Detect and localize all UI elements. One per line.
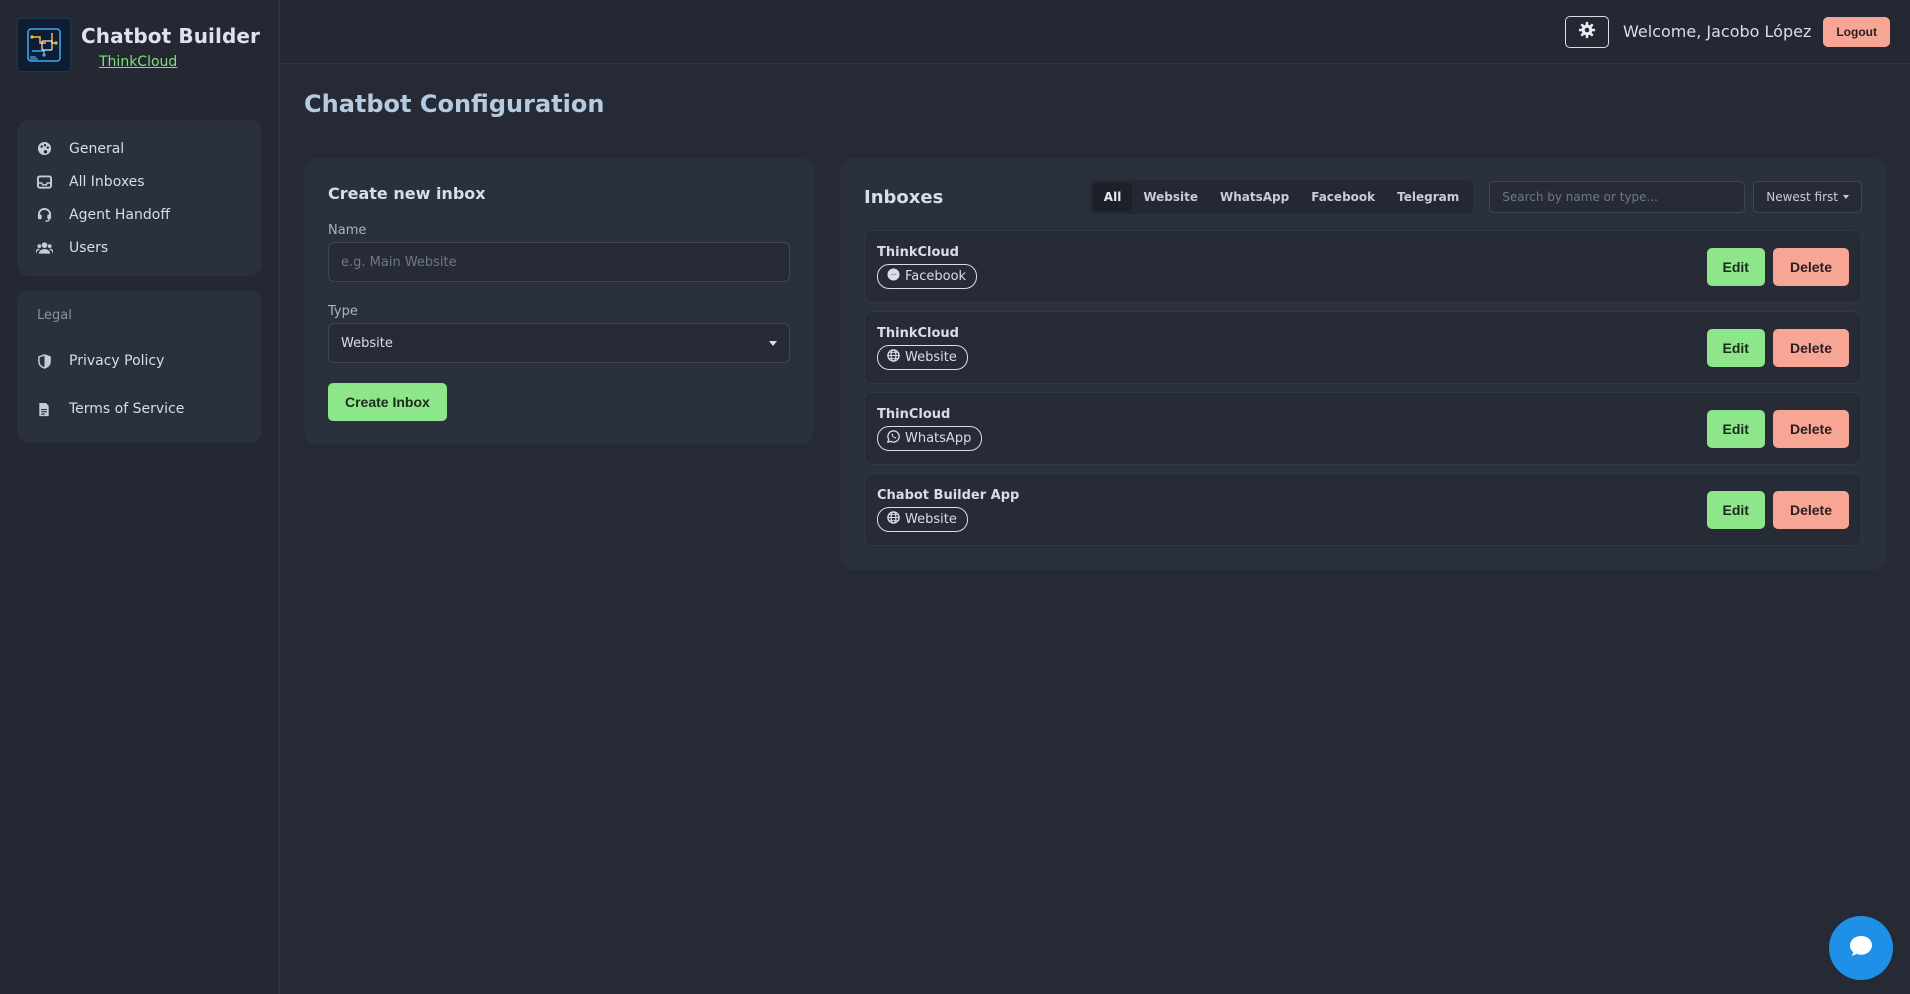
- filter-tab-all[interactable]: All: [1092, 183, 1133, 211]
- content-row: Create new inbox Name Type Website Creat…: [304, 158, 1886, 570]
- globe-icon: [887, 348, 900, 366]
- inbox-list-item: ThinkCloud Facebook Edit Delete: [864, 230, 1862, 303]
- sidebar-item-all-inboxes[interactable]: All Inboxes: [17, 165, 262, 198]
- legal-nav: Legal Privacy Policy Terms of Service: [17, 290, 262, 443]
- whatsapp-icon: [887, 429, 900, 447]
- top-bar: Welcome, Jacobo López Logout: [280, 0, 1910, 64]
- sidebar-item-label: Privacy Policy: [69, 353, 165, 369]
- chat-widget-button[interactable]: [1829, 916, 1893, 980]
- name-label: Name: [328, 223, 367, 238]
- page-content: Chatbot Configuration Create new inbox N…: [280, 64, 1910, 596]
- inbox-type-label: Website: [905, 511, 957, 527]
- page-title: Chatbot Configuration: [304, 90, 605, 118]
- caret-down-icon: [1843, 195, 1849, 199]
- shield-icon: [35, 352, 53, 370]
- edit-inbox-button[interactable]: Edit: [1706, 328, 1765, 367]
- document-icon: [35, 400, 53, 418]
- inbox-type-label: WhatsApp: [905, 430, 972, 446]
- app-title: Chatbot Builder: [81, 24, 260, 48]
- create-inbox-card: Create new inbox Name Type Website Creat…: [304, 158, 814, 445]
- chat-bubble-icon: [1848, 934, 1874, 962]
- filter-tab-whatsapp[interactable]: WhatsApp: [1209, 183, 1300, 211]
- circuit-logo-icon: [17, 18, 71, 72]
- inbox-name: ThinCloud: [877, 406, 951, 422]
- inbox-list-item: ThinCloud WhatsApp Edit Delete: [864, 392, 1862, 465]
- sort-dropdown[interactable]: Newest first: [1753, 181, 1862, 213]
- inbox-type-badge: WhatsApp: [877, 425, 983, 451]
- inbox-type-value: Website: [341, 335, 393, 351]
- users-icon: [35, 239, 53, 257]
- inbox-name: ThinkCloud: [877, 325, 959, 341]
- caret-down-icon: [769, 340, 777, 346]
- inbox-search-input[interactable]: [1489, 181, 1746, 213]
- theme-toggle-button[interactable]: [1565, 15, 1610, 48]
- sidebar-item-label: All Inboxes: [69, 173, 145, 190]
- sidebar-item-general[interactable]: General: [17, 132, 262, 165]
- edit-inbox-button[interactable]: Edit: [1706, 409, 1765, 448]
- globe-icon: [887, 510, 900, 528]
- inbox-name: Chabot Builder App: [877, 487, 1020, 503]
- inbox-type-select[interactable]: Website: [328, 323, 790, 363]
- delete-inbox-button[interactable]: Delete: [1772, 409, 1849, 448]
- type-label: Type: [328, 304, 358, 319]
- filter-tab-telegram[interactable]: Telegram: [1386, 183, 1470, 211]
- messenger-icon: [887, 267, 900, 285]
- welcome-text: Welcome, Jacobo López: [1623, 22, 1812, 41]
- inbox-type-label: Facebook: [905, 268, 967, 284]
- inboxes-title: Inboxes: [864, 186, 944, 208]
- edit-inbox-button[interactable]: Edit: [1706, 247, 1765, 286]
- delete-inbox-button[interactable]: Delete: [1772, 490, 1849, 529]
- inboxes-card: Inboxes All Website WhatsApp Facebook Te…: [840, 158, 1886, 570]
- sidebar-item-label: Agent Handoff: [69, 206, 170, 223]
- legal-section-title: Legal: [37, 308, 72, 323]
- inbox-list-item: Chabot Builder App Website Edit Delete: [864, 473, 1862, 546]
- filter-tab-facebook[interactable]: Facebook: [1300, 183, 1386, 211]
- main-area: Welcome, Jacobo López Logout Chatbot Con…: [280, 0, 1910, 994]
- main-nav: General All Inboxes Agent Handoff Users: [17, 120, 262, 276]
- sidebar-item-label: Users: [69, 239, 109, 256]
- inbox-name: ThinkCloud: [877, 244, 959, 260]
- sidebar-item-terms-of-service[interactable]: Terms of Service: [17, 385, 262, 433]
- filter-tab-website[interactable]: Website: [1132, 183, 1209, 211]
- inboxes-header: Inboxes All Website WhatsApp Facebook Te…: [864, 180, 1862, 214]
- delete-inbox-button[interactable]: Delete: [1772, 328, 1849, 367]
- sidebar-item-users[interactable]: Users: [17, 231, 262, 264]
- create-inbox-button[interactable]: Create Inbox: [328, 383, 447, 421]
- app-root: Chatbot Builder ThinkCloud General All I…: [0, 0, 1910, 994]
- sidebar-item-agent-handoff[interactable]: Agent Handoff: [17, 198, 262, 231]
- logout-button[interactable]: Logout: [1823, 16, 1890, 47]
- palette-icon: [35, 140, 53, 158]
- inbox-type-badge: Facebook: [877, 263, 978, 289]
- brand: Chatbot Builder ThinkCloud: [17, 18, 262, 72]
- inbox-icon: [35, 173, 53, 191]
- sidebar-item-label: General: [69, 140, 125, 157]
- headset-icon: [35, 206, 53, 224]
- inbox-type-badge: Website: [877, 344, 968, 370]
- sidebar-item-privacy-policy[interactable]: Privacy Policy: [17, 337, 262, 385]
- gear-icon: [1578, 21, 1596, 43]
- delete-inbox-button[interactable]: Delete: [1772, 247, 1849, 286]
- sidebar-item-label: Terms of Service: [69, 401, 185, 417]
- inbox-type-label: Website: [905, 349, 957, 365]
- org-link[interactable]: ThinkCloud: [99, 54, 260, 70]
- edit-inbox-button[interactable]: Edit: [1706, 490, 1765, 529]
- inbox-list-item: ThinkCloud Website Edit Delete: [864, 311, 1862, 384]
- create-inbox-title: Create new inbox: [328, 184, 486, 203]
- sort-label: Newest first: [1766, 190, 1838, 204]
- inbox-type-badge: Website: [877, 506, 968, 532]
- sidebar: Chatbot Builder ThinkCloud General All I…: [0, 0, 280, 994]
- type-filter-tabs: All Website WhatsApp Facebook Telegram: [1089, 180, 1474, 214]
- inbox-name-input[interactable]: [328, 242, 790, 282]
